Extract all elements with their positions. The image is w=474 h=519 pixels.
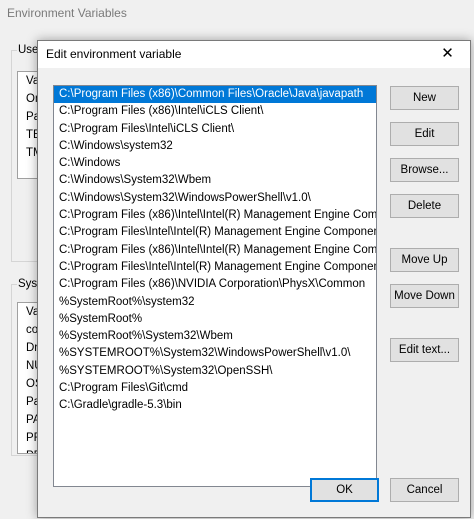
window-title: Environment Variables <box>7 6 127 20</box>
path-list-item[interactable]: C:\Program Files\Intel\Intel(R) Manageme… <box>54 224 376 241</box>
path-list[interactable]: C:\Program Files (x86)\Common Files\Orac… <box>53 85 377 487</box>
path-list-item[interactable]: C:\Program Files\Git\cmd <box>54 380 376 397</box>
move-down-button[interactable]: Move Down <box>390 284 459 308</box>
dialog-title: Edit environment variable <box>46 47 182 61</box>
path-list-item[interactable]: %SYSTEMROOT%\System32\WindowsPowerShell\… <box>54 345 376 362</box>
path-list-item-selected[interactable]: C:\Program Files (x86)\Common Files\Orac… <box>54 86 376 104</box>
edit-button[interactable]: Edit <box>390 122 459 146</box>
delete-button[interactable]: Delete <box>390 194 459 218</box>
path-list-item[interactable]: C:\Program Files\Intel\iCLS Client\ <box>54 121 376 138</box>
path-list-item[interactable]: C:\Program Files (x86)\Intel\iCLS Client… <box>54 103 376 120</box>
move-up-button[interactable]: Move Up <box>390 248 459 272</box>
path-list-item[interactable]: C:\Program Files (x86)\NVIDIA Corporatio… <box>54 276 376 293</box>
path-list-item[interactable]: C:\Program Files\Intel\Intel(R) Manageme… <box>54 259 376 276</box>
edit-environment-variable-dialog: Edit environment variable ✕ C:\Program F… <box>37 40 471 518</box>
ok-button[interactable]: OK <box>310 478 379 502</box>
path-list-item[interactable]: C:\Windows\System32\WindowsPowerShell\v1… <box>54 190 376 207</box>
path-list-item[interactable]: %SystemRoot% <box>54 311 376 328</box>
path-list-item[interactable]: C:\Gradle\gradle-5.3\bin <box>54 397 376 414</box>
path-list-item[interactable]: C:\Windows <box>54 155 376 172</box>
path-list-item[interactable]: %SYSTEMROOT%\System32\OpenSSH\ <box>54 363 376 380</box>
close-icon[interactable]: ✕ <box>425 41 470 68</box>
edit-text-button[interactable]: Edit text... <box>390 338 459 362</box>
dialog-titlebar: Edit environment variable ✕ <box>38 41 470 68</box>
path-list-item[interactable]: C:\Program Files (x86)\Intel\Intel(R) Ma… <box>54 207 376 224</box>
path-list-item[interactable]: %SystemRoot%\System32\Wbem <box>54 328 376 345</box>
browse-button[interactable]: Browse... <box>390 158 459 182</box>
path-list-item[interactable]: C:\Windows\system32 <box>54 138 376 155</box>
path-list-item[interactable]: %SystemRoot%\system32 <box>54 294 376 311</box>
path-list-item[interactable]: C:\Windows\System32\Wbem <box>54 172 376 189</box>
cancel-button[interactable]: Cancel <box>390 478 459 502</box>
path-list-item[interactable]: C:\Program Files (x86)\Intel\Intel(R) Ma… <box>54 242 376 259</box>
new-button[interactable]: New <box>390 86 459 110</box>
